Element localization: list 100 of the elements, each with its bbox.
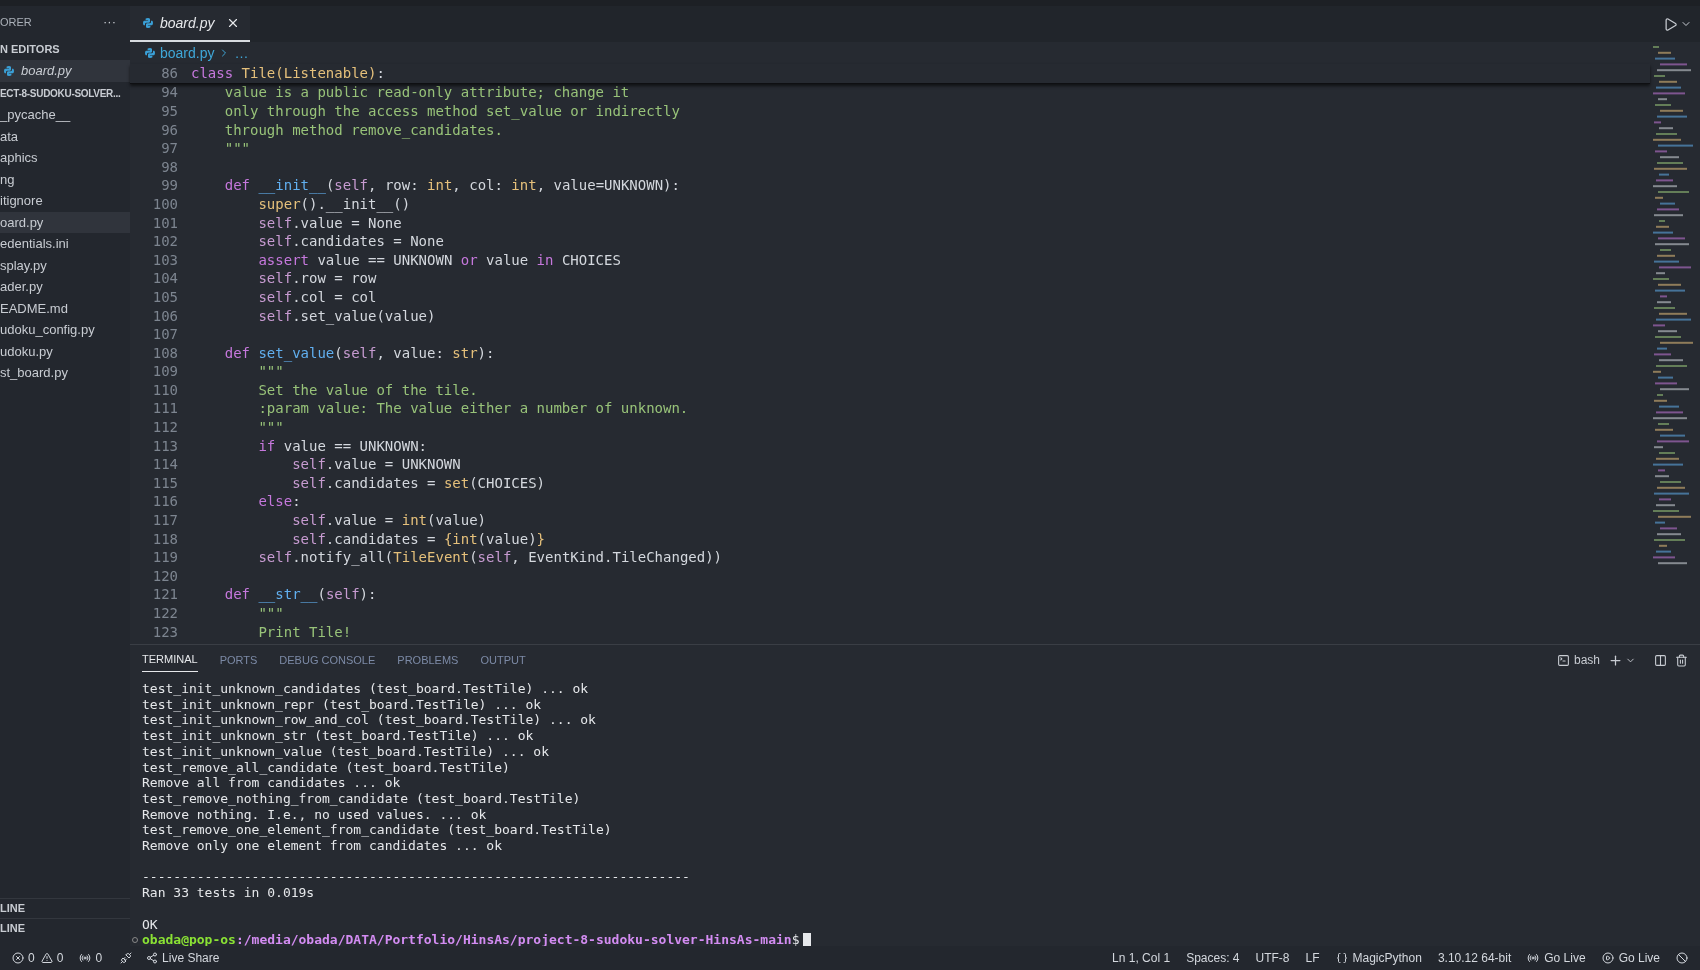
file-tree-item[interactable]: splay.py (0, 254, 130, 276)
code-line: """ (257, 362, 284, 382)
code-line: class Tile(Listenable): (191, 63, 385, 83)
plug-icon[interactable] (120, 952, 133, 964)
panel-tab[interactable]: PROBLEMS (397, 648, 459, 672)
code-line: self.value = None (257, 213, 402, 233)
line-number: 103 (151, 250, 178, 270)
more-actions-button[interactable]: ··· (103, 12, 116, 32)
line-number: 95 (160, 102, 178, 121)
terminal-line: OK (142, 916, 158, 933)
panel-tab[interactable]: DEBUG CONSOLE (279, 648, 376, 672)
code-line: """ (257, 604, 284, 623)
add-icon[interactable] (1608, 652, 1623, 668)
live-share-button[interactable]: Live Share (162, 949, 220, 967)
terminal-cursor (803, 933, 812, 948)
broadcast-icon (79, 952, 92, 964)
panel-tab[interactable]: PORTS (219, 648, 258, 672)
code-line: self.row = row (257, 269, 377, 289)
blocked-icon[interactable] (1676, 952, 1688, 964)
terminal-line: test_init_unknown_str (test_board.TestTile) ... ok (142, 728, 534, 744)
code-line: only through the access method set_value or indirectly (223, 102, 680, 122)
error-count[interactable]: 0 (28, 949, 35, 967)
line-number: 110 (151, 380, 178, 400)
code-line: through method remove_candidates. (223, 120, 503, 141)
terminal-line: Remove all from candidates ... ok (142, 775, 401, 791)
error-icon (12, 952, 24, 964)
editor-tab[interactable]: board.py (130, 6, 250, 42)
warning-count[interactable]: 0 (56, 949, 64, 967)
file-tree-item[interactable]: ader.py (0, 276, 130, 298)
code-line: """ (223, 139, 250, 159)
breadcrumb-item[interactable]: board.py (160, 42, 215, 64)
share-icon (146, 952, 159, 964)
run-icon[interactable] (1663, 16, 1678, 32)
section-header[interactable]: LINE (0, 898, 130, 918)
line-number: 96 (160, 120, 178, 140)
status-item[interactable]: 3.10.12 64-bit (1437, 949, 1512, 967)
line-number: 118 (151, 529, 178, 549)
code-line: self.notify_all(TileEvent(self, EventKind.TileChanged)) (257, 548, 723, 568)
file-tree-item[interactable]: _pycache__ (0, 104, 130, 126)
panel-tab[interactable]: OUTPUT (480, 648, 526, 672)
status-item[interactable]: Go Live (1601, 949, 1660, 967)
file-tree-item[interactable]: aphics (0, 147, 130, 169)
status-item[interactable]: LF (1305, 949, 1320, 967)
code-line: self.candidates = set(CHOICES) (291, 473, 546, 493)
code-line: if value == UNKNOWN: (257, 436, 427, 456)
trash-icon[interactable] (1675, 653, 1688, 667)
terminal-prompt: obada@pop-os:/media/obada/DATA/Portfolio/HinsAs/project-8-sudoku-solver-HinsAs-main$ (142, 932, 800, 948)
line-number: 101 (151, 213, 178, 233)
file-tree-item[interactable]: ng (0, 168, 130, 190)
status-item[interactable]: Ln 1, Col 1 (1112, 949, 1171, 967)
file-tree-item[interactable]: udoku.py (0, 340, 130, 362)
line-number: 98 (160, 157, 178, 177)
file-tree-item[interactable]: st_board.py (0, 362, 130, 384)
file-tree-item[interactable]: ata (0, 125, 130, 147)
open-editor-item[interactable]: board.py (0, 60, 130, 82)
split-icon[interactable] (1654, 653, 1667, 667)
code-line: assert value == UNKNOWN or value in CHOICES (257, 250, 621, 270)
terminal-line: test_init_unknown_repr (test_board.TestTile) ... ok (142, 696, 542, 713)
code-line: Set the value of the tile. (257, 380, 478, 400)
line-number: 119 (151, 548, 178, 568)
file-tree-item[interactable]: oard.py (0, 211, 130, 233)
terminal-line: test_init_unknown_value (test_board.TestTile) ... ok (142, 743, 549, 760)
code-line: self.value = int(value) (291, 511, 487, 531)
status-item[interactable]: Go Live (1527, 949, 1586, 967)
file-tree-item[interactable]: itignore (0, 190, 130, 212)
line-number: 105 (151, 287, 178, 307)
section-header[interactable]: N EDITORS (0, 40, 60, 58)
code-line: self.set_value(value) (257, 306, 436, 327)
ports-count[interactable]: 0 (95, 949, 103, 967)
file-tree-item[interactable]: edentials.ini (0, 233, 130, 255)
line-number: 106 (151, 306, 178, 326)
terminal-line: Remove only one element from candidates ... ok (142, 838, 503, 854)
section-header[interactable]: LINE (0, 918, 130, 938)
panel-tab[interactable]: TERMINAL (142, 648, 198, 672)
shell-name[interactable]: bash (1573, 651, 1600, 669)
folder-header[interactable]: ECT-8-SUDOKU-SOLVER... (0, 85, 121, 101)
line-number: 120 (151, 566, 178, 586)
broadcast-icon (1527, 952, 1540, 964)
line-number: 111 (151, 399, 178, 419)
line-number: 108 (151, 343, 178, 363)
close-icon[interactable] (226, 16, 240, 30)
status-item[interactable]: Spaces: 4 (1186, 949, 1240, 967)
line-number: 109 (151, 362, 178, 382)
code-line: self.value = UNKNOWN (291, 455, 461, 475)
file-tree-item[interactable]: udoku_config.py (0, 319, 130, 341)
status-item[interactable]: MagicPython (1335, 949, 1422, 967)
line-number: 112 (151, 418, 178, 438)
code-line: def set_value(self, value: str): (223, 343, 495, 364)
terminal-line: test_init_unknown_row_and_col (test_board.TestTile) ... ok (142, 712, 596, 729)
status-item[interactable]: UTF-8 (1255, 949, 1290, 967)
python-file-icon (142, 17, 154, 29)
line-number: 97 (160, 139, 178, 159)
code-line: self.candidates = None (257, 232, 444, 252)
line-number: 116 (151, 492, 178, 512)
file-tree-item[interactable]: EADME.md (0, 297, 130, 319)
code-line: self.col = col (257, 287, 377, 307)
breadcrumb-item[interactable]: … (234, 42, 249, 64)
code-line: self.candidates = {int(value)} (291, 529, 546, 549)
terminal-line: test_remove_one_element_from_candidate (test_board.TestTile) (142, 822, 612, 839)
code-line: :param value: The value either a number of unknown. (257, 399, 689, 419)
